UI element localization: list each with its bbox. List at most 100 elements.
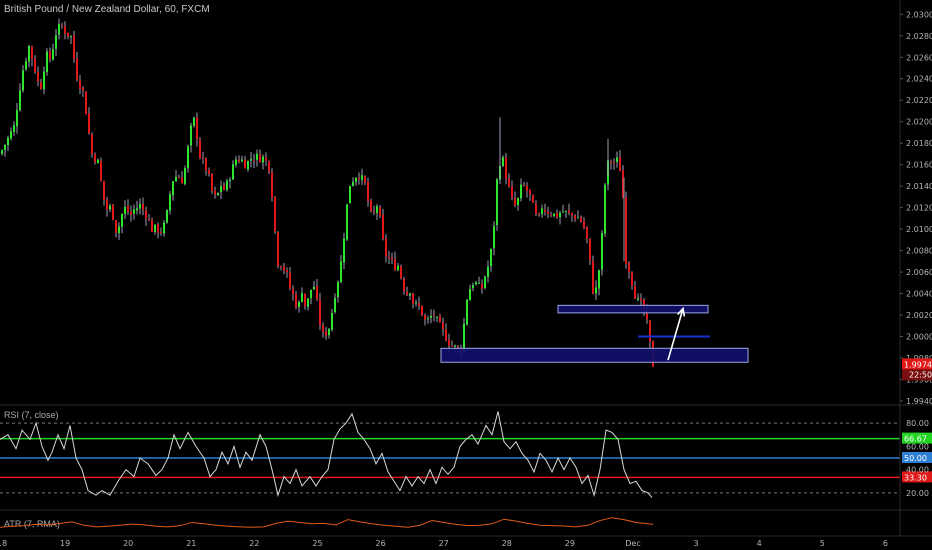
candle-body bbox=[190, 125, 192, 146]
candle-body bbox=[151, 219, 153, 232]
price-tick-label: 2.01400 bbox=[906, 182, 932, 191]
candle-body bbox=[157, 224, 159, 233]
candle-body bbox=[580, 217, 582, 222]
annotations-layer bbox=[440, 304, 749, 363]
candle-body bbox=[28, 46, 30, 62]
axes-layer: 2.03000 2.02800 2.02600 2.02400 2.02200 2.020… bbox=[0, 0, 932, 548]
candle-body bbox=[256, 153, 258, 160]
candle-body bbox=[241, 159, 243, 162]
candle-body bbox=[94, 154, 96, 163]
candle-body bbox=[250, 159, 252, 161]
countdown-label: 22:50 bbox=[909, 370, 932, 379]
candle-body bbox=[640, 298, 642, 301]
candle-body bbox=[145, 210, 147, 219]
candle-body bbox=[55, 35, 57, 49]
candle-body bbox=[76, 58, 78, 80]
price-tick-label: 2.02600 bbox=[906, 53, 932, 62]
candle-body bbox=[277, 232, 279, 266]
candle-body bbox=[361, 175, 363, 180]
candle-body bbox=[217, 193, 219, 196]
candle-body bbox=[196, 116, 198, 140]
candle-body bbox=[502, 157, 504, 166]
candle-body bbox=[40, 82, 42, 90]
price-tick-label: 2.00800 bbox=[906, 247, 932, 256]
price-tick-label: 2.00600 bbox=[906, 268, 932, 277]
candle-body bbox=[592, 260, 594, 294]
price-tick-label: 2.02000 bbox=[906, 118, 932, 127]
candle-body bbox=[82, 87, 84, 91]
candle-body bbox=[211, 174, 213, 191]
candle-body bbox=[631, 272, 633, 286]
candle-body bbox=[379, 207, 381, 216]
candle-body bbox=[526, 185, 528, 191]
price-tick-label: 2.02800 bbox=[906, 32, 932, 41]
candle-body bbox=[271, 172, 273, 198]
candle-body bbox=[619, 157, 621, 172]
time-tick-label: Dec bbox=[625, 539, 640, 548]
candle-body bbox=[181, 177, 183, 184]
candle-body bbox=[205, 158, 207, 171]
candle-body bbox=[274, 196, 276, 232]
candle-body bbox=[613, 162, 615, 164]
last-price-label: 1.99740 bbox=[904, 360, 932, 369]
candle-body bbox=[514, 197, 516, 206]
candle-body bbox=[331, 312, 333, 330]
candle-body bbox=[574, 215, 576, 220]
candle-body bbox=[235, 159, 237, 166]
candle-body bbox=[280, 266, 282, 268]
candle-body bbox=[367, 181, 369, 202]
candle-body bbox=[430, 315, 432, 318]
candle-body bbox=[286, 270, 288, 273]
candle-body bbox=[301, 293, 303, 302]
time-tick-label: 19 bbox=[60, 539, 70, 548]
candle-body bbox=[169, 194, 171, 211]
time-tick-label: 5 bbox=[820, 539, 825, 548]
candle-body bbox=[355, 177, 357, 182]
candle-body bbox=[325, 331, 327, 336]
candle-body bbox=[220, 186, 222, 193]
candle-body bbox=[112, 204, 114, 220]
time-tick-label: 3 bbox=[694, 539, 699, 548]
candle-body bbox=[424, 314, 426, 320]
candle-body bbox=[46, 51, 48, 73]
candle-body bbox=[433, 315, 435, 317]
candle-body bbox=[334, 298, 336, 312]
candle-body bbox=[649, 320, 651, 342]
candle-body bbox=[532, 195, 534, 203]
candle-body bbox=[421, 305, 423, 316]
rsi-level-label: 33.30 bbox=[904, 473, 927, 482]
candle-body bbox=[88, 113, 90, 134]
time-tick-label: 22 bbox=[249, 539, 259, 548]
candle-body bbox=[466, 299, 468, 325]
candle-body bbox=[307, 298, 309, 307]
candle-body bbox=[553, 213, 555, 216]
candle-body bbox=[184, 168, 186, 184]
candle-body bbox=[43, 71, 45, 90]
candle-body bbox=[577, 217, 579, 219]
candle-body bbox=[13, 125, 15, 133]
candle-body bbox=[130, 211, 132, 215]
candle-body bbox=[109, 205, 111, 210]
candle-body bbox=[142, 204, 144, 210]
support-zone bbox=[440, 347, 749, 363]
candle-body bbox=[172, 181, 174, 196]
candle-body bbox=[382, 214, 384, 239]
candle-body bbox=[64, 26, 66, 34]
candle-body bbox=[415, 302, 417, 304]
candle-body bbox=[520, 184, 522, 199]
candle-body bbox=[10, 131, 12, 139]
candle-body bbox=[31, 46, 33, 60]
time-tick-label: 4 bbox=[757, 539, 762, 548]
rsi-tick-label: 60.00 bbox=[906, 442, 929, 451]
candle-body bbox=[316, 286, 318, 300]
price-chart[interactable]: 66.6750.0033.3080.0060.0040.0020.00 2.03… bbox=[0, 0, 932, 550]
candle-body bbox=[7, 137, 9, 146]
candle-body bbox=[232, 164, 234, 180]
candle-body bbox=[310, 289, 312, 299]
candle-body bbox=[478, 282, 480, 284]
candle-body bbox=[166, 210, 168, 223]
candle-body bbox=[154, 224, 156, 232]
candle-body bbox=[625, 197, 627, 264]
support-zone bbox=[557, 304, 709, 314]
candle-body bbox=[442, 322, 444, 329]
